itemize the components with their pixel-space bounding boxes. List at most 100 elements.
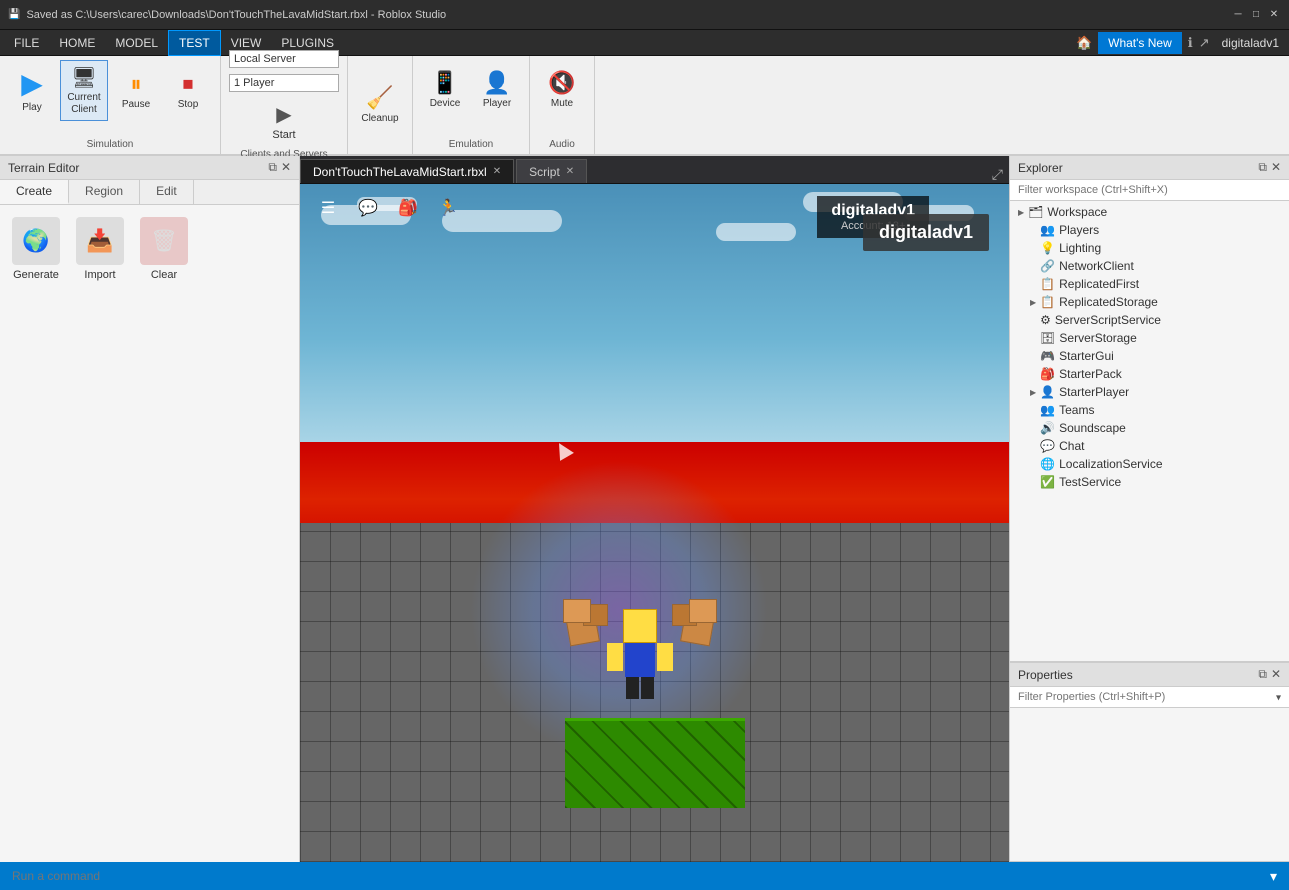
play-label: Play xyxy=(22,102,41,114)
vt-chat-button[interactable]: 💬 xyxy=(352,192,384,224)
vt-bag-button[interactable]: 🎒 xyxy=(392,192,424,224)
save-icon: 💾 xyxy=(8,9,20,20)
startergui-icon: 🎮 xyxy=(1040,349,1055,363)
toolbar: ▶ Play 🖥 Current Client ⏸ Pause ⏹ Stop S… xyxy=(0,56,1289,156)
tree-item-startergui[interactable]: ▶ 🎮 StarterGui xyxy=(1010,347,1289,365)
tab-script-close[interactable]: ✕ xyxy=(566,166,574,177)
replicatedfirst-icon: 📋 xyxy=(1040,277,1055,291)
local-server-dropdown[interactable]: Local Server xyxy=(229,50,339,68)
viewport[interactable]: ☰ 💬 🎒 🏃 digitaladv1 Account: 13+ digital… xyxy=(300,184,1009,862)
player-label: Player xyxy=(483,98,511,110)
properties-float-button[interactable]: ⧉ xyxy=(1258,667,1267,682)
menu-test[interactable]: TEST xyxy=(168,30,221,56)
character xyxy=(623,609,657,699)
tree-item-localizationservice[interactable]: ▶ 🌐 LocalizationService xyxy=(1010,455,1289,473)
mute-icon: 🔇 xyxy=(548,70,575,96)
device-button[interactable]: 📱 Device xyxy=(421,60,469,120)
tree-item-networkclient[interactable]: ▶ 🔗 NetworkClient xyxy=(1010,257,1289,275)
minimize-button[interactable]: ─ xyxy=(1231,8,1245,22)
tab-main-close[interactable]: ✕ xyxy=(493,166,501,177)
properties-filter-dropdown-icon[interactable]: ▾ xyxy=(1276,692,1281,703)
tree-item-replicatedfirst[interactable]: ▶ 📋 ReplicatedFirst xyxy=(1010,275,1289,293)
lighting-icon: 💡 xyxy=(1040,241,1055,255)
terrain-close-button[interactable]: ✕ xyxy=(281,160,291,175)
command-input[interactable] xyxy=(12,869,1262,883)
tab-region[interactable]: Region xyxy=(69,180,140,204)
serverstorage-label: ServerStorage xyxy=(1059,331,1136,345)
tree-item-testservice[interactable]: ▶ ✅ TestService xyxy=(1010,473,1289,491)
tree-item-soundscape[interactable]: ▶ 🔊 Soundscape xyxy=(1010,419,1289,437)
properties-filter-input[interactable] xyxy=(1010,687,1289,708)
terrain-tools: 🌍 Generate 📥 Import 🗑 Clear xyxy=(12,217,188,281)
replicatedstorage-icon: 📋 xyxy=(1040,295,1055,309)
cleanup-icon: 🧹 xyxy=(366,85,393,111)
tree-item-workspace[interactable]: ▶ 🗂 Workspace xyxy=(1010,203,1289,221)
tab-create[interactable]: Create xyxy=(0,180,69,204)
maximize-button[interactable]: □ xyxy=(1249,8,1263,22)
soundscape-icon: 🔊 xyxy=(1040,421,1055,435)
mute-button[interactable]: 🔇 Mute xyxy=(538,60,586,120)
tab-main-file[interactable]: Don'tTouchTheLavaMidStart.rbxl ✕ xyxy=(300,159,514,183)
char-head xyxy=(623,609,657,643)
title-bar: 💾 Saved as C:\Users\carec\Downloads\Don'… xyxy=(0,0,1289,30)
explorer-float-button[interactable]: ⧉ xyxy=(1258,160,1267,175)
current-client-button[interactable]: 🖥 Current Client xyxy=(60,60,108,121)
start-button[interactable]: ▶ Start xyxy=(262,98,305,145)
import-tool[interactable]: 📥 Import xyxy=(76,217,124,281)
share-icon[interactable]: ↗ xyxy=(1199,35,1210,51)
tab-edit[interactable]: Edit xyxy=(140,180,194,204)
workspace-icon: 🗂 xyxy=(1028,205,1043,219)
tree-item-chat[interactable]: ▶ 💬 Chat xyxy=(1010,437,1289,455)
stop-button[interactable]: ⏹ Stop xyxy=(164,61,212,121)
emulation-label: Emulation xyxy=(449,137,493,150)
server-dropdowns: Local Server 1 Player xyxy=(229,50,339,92)
terrain-float-button[interactable]: ⧉ xyxy=(268,160,277,175)
tree-item-players[interactable]: ▶ 👥 Players xyxy=(1010,221,1289,239)
generate-tool[interactable]: 🌍 Generate xyxy=(12,217,60,281)
explorer-tree: ▶ 🗂 Workspace ▶ 👥 Players ▶ 💡 Lighting xyxy=(1010,201,1289,661)
vt-menu-button[interactable]: ☰ xyxy=(312,192,344,224)
mute-label: Mute xyxy=(551,98,573,110)
explorer-close-button[interactable]: ✕ xyxy=(1271,160,1281,175)
tree-item-replicatedstorage[interactable]: ▶ 📋 ReplicatedStorage xyxy=(1010,293,1289,311)
whats-new-button[interactable]: What's New xyxy=(1098,32,1182,54)
cleanup-group: 🧹 Cleanup xyxy=(348,56,413,154)
clear-tool[interactable]: 🗑 Clear xyxy=(140,217,188,281)
cloud-6 xyxy=(716,223,796,241)
device-icon: 📱 xyxy=(431,70,458,96)
pause-button[interactable]: ⏸ Pause xyxy=(112,61,160,121)
tree-item-serverscriptservice[interactable]: ▶ ⚙ ServerScriptService xyxy=(1010,311,1289,329)
current-client-label: Current Client xyxy=(67,92,100,116)
vt-run-button[interactable]: 🏃 xyxy=(432,192,464,224)
start-icon: ▶ xyxy=(276,102,291,127)
window-title: 💾 Saved as C:\Users\carec\Downloads\Don'… xyxy=(8,9,446,21)
info-icon[interactable]: ℹ xyxy=(1188,35,1193,51)
properties-close-button[interactable]: ✕ xyxy=(1271,667,1281,682)
window-controls: ─ □ ✕ xyxy=(1231,8,1281,22)
cleanup-label: Cleanup xyxy=(361,113,398,125)
expand-viewport-button[interactable]: ⤢ xyxy=(992,166,1003,183)
tab-script[interactable]: Script ✕ xyxy=(516,159,587,183)
play-icon: ▶ xyxy=(21,67,43,100)
close-button[interactable]: ✕ xyxy=(1267,8,1281,22)
tree-item-teams[interactable]: ▶ 👥 Teams xyxy=(1010,401,1289,419)
replicatedstorage-expand-icon: ▶ xyxy=(1030,298,1036,307)
tree-item-lighting[interactable]: ▶ 💡 Lighting xyxy=(1010,239,1289,257)
menu-home[interactable]: HOME xyxy=(49,30,105,56)
tree-item-starterplayer[interactable]: ▶ 👤 StarterPlayer xyxy=(1010,383,1289,401)
help-icon[interactable]: 🏠 xyxy=(1076,35,1092,51)
menu-model[interactable]: MODEL xyxy=(105,30,168,56)
play-button[interactable]: ▶ Play xyxy=(8,61,56,121)
status-dropdown-icon[interactable]: ▾ xyxy=(1270,868,1277,885)
explorer-filter-input[interactable] xyxy=(1010,180,1289,201)
player-button[interactable]: 👤 Player xyxy=(473,60,521,120)
terrain-editor-tabs: Create Region Edit xyxy=(0,180,299,205)
tree-item-starterpack[interactable]: ▶ 🎒 StarterPack xyxy=(1010,365,1289,383)
char-leg-right xyxy=(641,677,654,699)
tree-item-serverstorage[interactable]: ▶ 🗄 ServerStorage xyxy=(1010,329,1289,347)
player-count-dropdown[interactable]: 1 Player xyxy=(229,74,339,92)
cleanup-button[interactable]: 🧹 Cleanup xyxy=(356,75,404,135)
workspace-expand-icon: ▶ xyxy=(1018,208,1024,217)
soundscape-label: Soundscape xyxy=(1059,421,1126,435)
menu-file[interactable]: FILE xyxy=(4,30,49,56)
